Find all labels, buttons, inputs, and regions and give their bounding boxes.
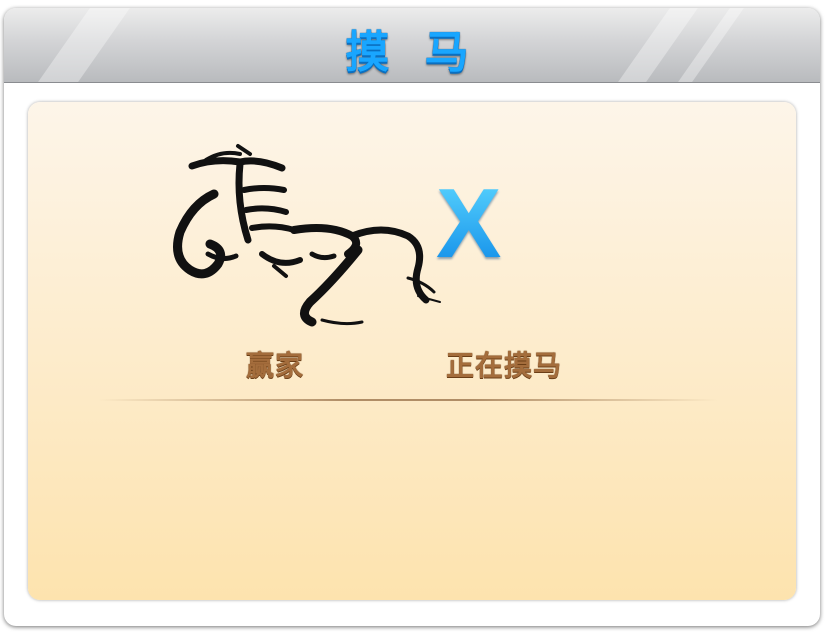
dialog-title-bar: 摸 马 [4, 8, 820, 83]
content-panel: X 赢家 正在摸马 [28, 102, 796, 600]
status-text: 正在摸马 [446, 349, 563, 382]
winner-label: 赢家 [246, 349, 305, 382]
dialog-title: 摸 马 [345, 27, 479, 78]
divider [98, 399, 718, 401]
horse-calligraphy-icon [173, 144, 441, 327]
x-mark: X [436, 168, 502, 278]
touch-horse-dialog: 摸 马 X 赢家 正在摸马 [4, 8, 820, 626]
